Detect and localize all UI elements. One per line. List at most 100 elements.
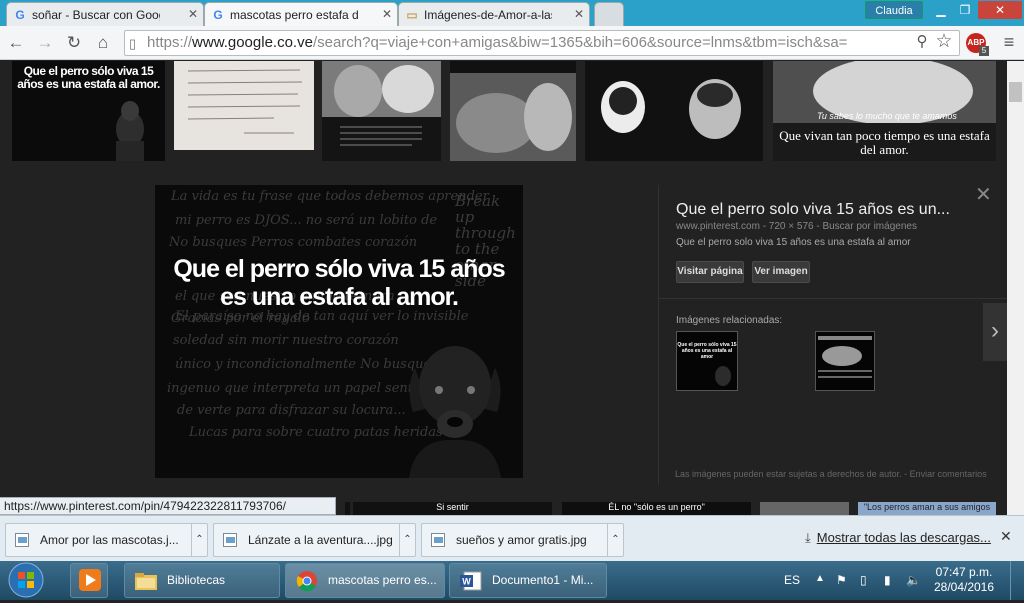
image-file-icon bbox=[223, 533, 237, 547]
menu-icon[interactable]: ≡ bbox=[998, 31, 1020, 53]
dog-thumb-icon bbox=[818, 336, 872, 378]
preview-headline: Que el perro sólo viva 15 años es una es… bbox=[155, 255, 523, 311]
taskbar-bibliotecas[interactable]: Bibliotecas bbox=[124, 563, 280, 598]
image-detail-pane: Que el perro solo viva 15 años es un... … bbox=[658, 185, 1008, 485]
page-icon: ▯ bbox=[129, 36, 137, 51]
network-icon[interactable]: ▮ bbox=[884, 573, 891, 587]
minimize-icon[interactable]: ▁ bbox=[928, 1, 954, 19]
result-image-7[interactable] bbox=[345, 502, 350, 515]
result-image-4[interactable] bbox=[450, 61, 576, 161]
show-desktop-button[interactable] bbox=[1010, 561, 1024, 600]
result-image-10[interactable] bbox=[760, 502, 849, 515]
tab-title: soñar - Buscar con Google bbox=[32, 7, 160, 22]
media-player-icon bbox=[79, 569, 101, 591]
result-image-5[interactable] bbox=[585, 61, 763, 161]
download-icon: ⤓ bbox=[805, 530, 811, 545]
related-image-2[interactable] bbox=[815, 331, 875, 391]
selection-pointer bbox=[81, 161, 97, 169]
language-indicator[interactable]: ES bbox=[784, 573, 800, 587]
start-button[interactable] bbox=[4, 561, 48, 600]
download-item-3[interactable]: sueños y amor gratis.jpg ⌃ bbox=[421, 523, 624, 557]
tab-mascotas[interactable]: G mascotas perro estafa de ✕ bbox=[204, 2, 398, 26]
headline-line-2: es una estafa al amor. bbox=[220, 283, 459, 311]
home-icon[interactable]: ⌂ bbox=[92, 32, 114, 54]
result-image-3[interactable] bbox=[322, 61, 441, 161]
url-path: /search?q=viaje+con+amigas&biw=1365&bih=… bbox=[312, 34, 848, 51]
bg-text: mi perro es DJOS... no será un lobito de bbox=[175, 213, 438, 228]
result-image-caption: Tu sabes lo mucho que te amamos bbox=[817, 111, 957, 121]
folder-icon bbox=[135, 573, 157, 590]
svg-text:W: W bbox=[462, 577, 471, 587]
reload-icon[interactable]: ↻ bbox=[63, 32, 85, 54]
clock-time: 07:47 p.m. bbox=[935, 565, 993, 579]
close-icon[interactable]: ✕ bbox=[188, 7, 198, 21]
copyright-notice: Las imágenes pueden estar sujetas a dere… bbox=[675, 469, 987, 479]
result-image-9[interactable]: ÉL no "sólo es un perro" bbox=[562, 502, 751, 515]
result-image-caption: "Los perros aman a sus amigos bbox=[863, 502, 991, 512]
visit-page-button[interactable]: Visitar página bbox=[676, 261, 744, 283]
windows-taskbar: Bibliotecas mascotas perro es... W Docum… bbox=[0, 561, 1024, 600]
chevron-up-icon[interactable]: ⌃ bbox=[191, 524, 207, 556]
divider bbox=[659, 298, 1008, 299]
search-icon[interactable]: ⚲ bbox=[911, 31, 933, 53]
page-scrollbar[interactable] bbox=[1007, 61, 1024, 515]
dogs-bw-photo bbox=[601, 79, 741, 139]
preview-image[interactable]: La vida es tu frase que todos debemos ap… bbox=[155, 185, 523, 478]
chevron-up-icon[interactable]: ⌃ bbox=[399, 524, 415, 556]
bg-text: de verte para disfrazar su locura... bbox=[177, 403, 406, 418]
download-item-2[interactable]: Lánzate a la aventura....jpg ⌃ bbox=[213, 523, 416, 557]
result-image-2[interactable] bbox=[174, 61, 314, 150]
windows-logo-icon bbox=[8, 562, 44, 598]
taskbar-chrome[interactable]: mascotas perro es... bbox=[285, 563, 445, 598]
next-image-button[interactable]: › bbox=[983, 303, 1007, 361]
tab-sonar[interactable]: G soñar - Buscar con Google ✕ bbox=[6, 2, 204, 26]
show-all-label: Mostrar todas las descargas... bbox=[816, 530, 991, 545]
download-item-1[interactable]: Amor por las mascotas.j... ⌃ bbox=[5, 523, 208, 557]
url-domain: www.google.co.ve bbox=[192, 34, 313, 51]
result-image-6[interactable]: Tu sabes lo mucho que te amamos Que viva… bbox=[773, 61, 996, 161]
address-bar[interactable]: ▯ https://www.google.co.ve/search?q=viaje… bbox=[124, 30, 960, 56]
tray-expand-icon[interactable]: ▲ bbox=[815, 573, 825, 584]
clock-date: 28/04/2016 bbox=[933, 580, 995, 594]
taskbar-word[interactable]: W Documento1 - Mi... bbox=[449, 563, 607, 598]
action-center-icon[interactable]: ⚑ bbox=[836, 573, 847, 587]
bg-text: No busques Perros combates corazón bbox=[169, 235, 418, 250]
result-image-8[interactable]: Si sentir bbox=[353, 502, 552, 515]
chevron-up-icon[interactable]: ⌃ bbox=[607, 524, 623, 556]
result-image-1[interactable]: Que el perro sólo viva 15 años es una es… bbox=[12, 61, 165, 161]
taskbar-label: Bibliotecas bbox=[167, 573, 226, 587]
feedback-link[interactable]: Enviar comentarios bbox=[910, 469, 987, 479]
bg-text: ingenuo que interpreta un papel sentido bbox=[167, 381, 434, 396]
forward-icon[interactable]: → bbox=[34, 32, 56, 54]
dog-thumb-icon bbox=[715, 366, 731, 386]
result-image-11[interactable]: "Los perros aman a sus amigos bbox=[858, 502, 996, 515]
wolf-girl-photo bbox=[450, 61, 576, 153]
back-icon[interactable]: ← bbox=[5, 32, 27, 54]
scrollbar-thumb[interactable] bbox=[1009, 82, 1022, 102]
new-tab-button[interactable] bbox=[594, 2, 624, 26]
adblock-count: 5 bbox=[979, 46, 989, 56]
close-downloads-icon[interactable]: ✕ bbox=[1000, 528, 1012, 545]
close-icon[interactable]: ✕ bbox=[574, 7, 584, 21]
image-file-icon bbox=[15, 533, 29, 547]
user-profile-button[interactable]: Claudia bbox=[865, 1, 923, 19]
detail-title[interactable]: Que el perro solo viva 15 años es un... bbox=[676, 201, 950, 219]
view-image-button[interactable]: Ver imagen bbox=[752, 261, 810, 283]
bg-text: La vida es tu frase que todos debemos ap… bbox=[171, 189, 489, 204]
detail-source[interactable]: www.pinterest.com - 720 × 576 - Buscar p… bbox=[676, 221, 917, 232]
restore-icon[interactable]: ❐ bbox=[952, 1, 978, 19]
tab-title: Imágenes-de-Amor-a-las- bbox=[424, 7, 552, 22]
window-close-icon[interactable]: ✕ bbox=[978, 1, 1022, 19]
volume-icon[interactable]: 🔈 bbox=[906, 573, 921, 587]
star-icon[interactable]: ☆ bbox=[933, 31, 955, 53]
close-icon[interactable]: ✕ bbox=[382, 7, 392, 21]
power-icon[interactable]: ▯ bbox=[860, 573, 867, 587]
close-preview-icon[interactable]: ✕ bbox=[975, 185, 992, 205]
chrome-icon bbox=[296, 571, 317, 592]
system-clock[interactable]: 07:47 p.m. 28/04/2016 bbox=[932, 565, 996, 595]
media-player-button[interactable] bbox=[70, 563, 108, 598]
related-image-1[interactable]: Que el perro sólo viva 15 años es una es… bbox=[676, 331, 738, 391]
tab-imagenes[interactable]: ▭ Imágenes-de-Amor-a-las- ✕ bbox=[398, 2, 590, 26]
show-all-downloads-link[interactable]: ⤓ Mostrar todas las descargas... bbox=[805, 530, 991, 546]
download-filename: sueños y amor gratis.jpg bbox=[456, 533, 587, 547]
